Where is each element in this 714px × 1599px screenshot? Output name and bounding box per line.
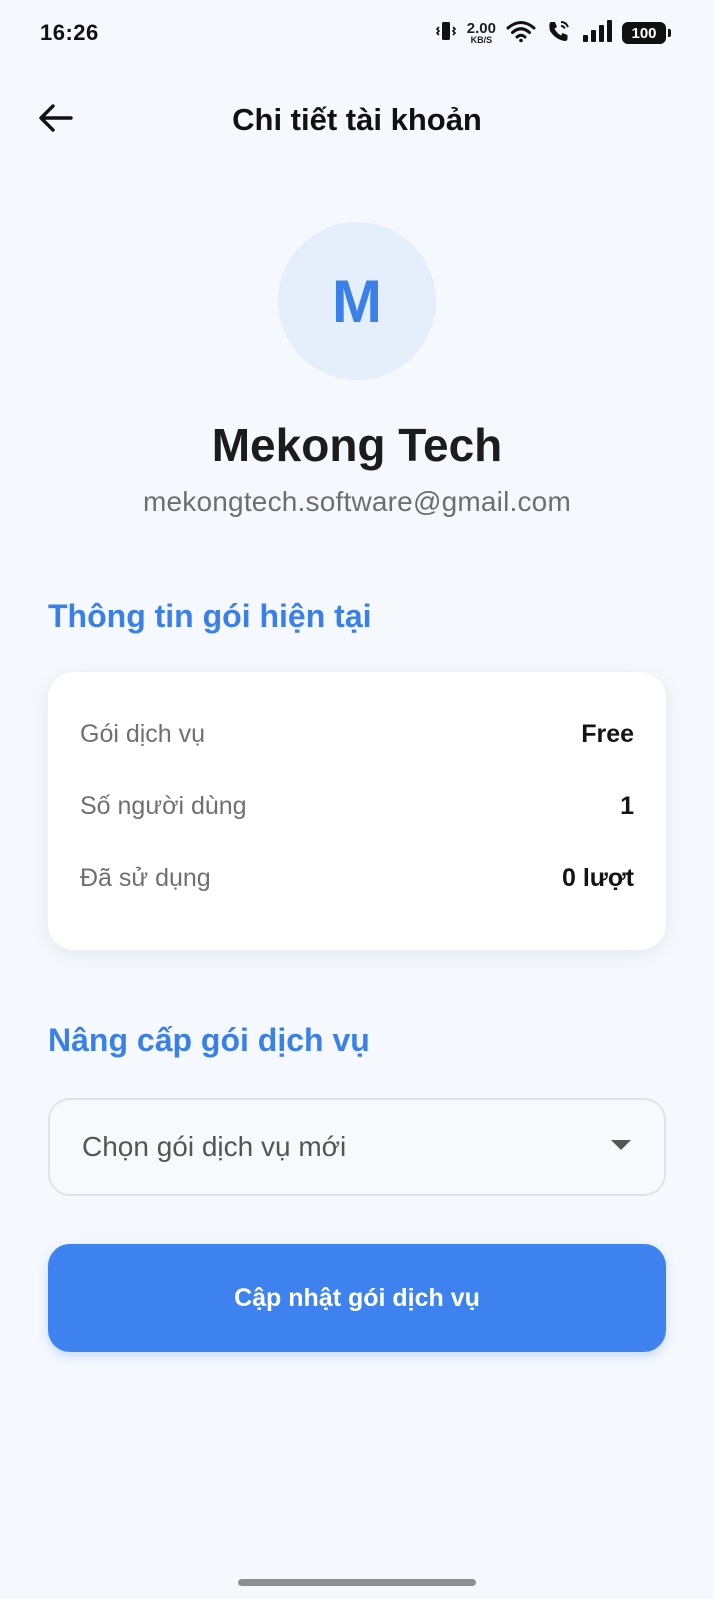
battery-indicator: 100 — [622, 22, 671, 44]
plan-value: Free — [581, 719, 634, 748]
plan-select-placeholder: Chọn gói dịch vụ mới — [82, 1131, 347, 1162]
cell-signal-icon — [582, 19, 612, 47]
update-plan-button[interactable]: Cập nhật gói dịch vụ — [48, 1244, 666, 1352]
vibrate-icon — [435, 19, 457, 48]
plan-label: Gói dịch vụ — [80, 719, 206, 748]
avatar: M — [278, 222, 436, 380]
back-button[interactable] — [28, 96, 84, 144]
caret-down-icon — [610, 1138, 632, 1157]
wifi-call-icon — [546, 18, 572, 49]
status-time: 16:26 — [40, 20, 99, 45]
avatar-initial: M — [332, 267, 382, 335]
users-label: Số người dùng — [80, 791, 247, 820]
status-bar: 16:26 2.00 KB/S 100 — [0, 0, 714, 66]
network-speed-value: 2.00 — [466, 20, 496, 37]
wifi-icon — [506, 19, 536, 48]
status-icons: 2.00 KB/S 100 — [435, 18, 671, 49]
usage-label: Đã sử dụng — [80, 863, 211, 892]
users-value: 1 — [620, 791, 634, 820]
page-title: Chi tiết tài khoản — [232, 102, 482, 137]
home-indicator[interactable] — [238, 1579, 476, 1586]
users-row: Số người dùng 1 — [80, 770, 634, 842]
current-plan-card: Gói dịch vụ Free Số người dùng 1 Đã sử d… — [48, 672, 666, 950]
app-bar: Chi tiết tài khoản — [0, 84, 714, 156]
plan-select-dropdown[interactable]: Chọn gói dịch vụ mới — [48, 1098, 666, 1196]
update-plan-label: Cập nhật gói dịch vụ — [234, 1283, 480, 1312]
network-speed: 2.00 KB/S — [467, 21, 496, 45]
usage-value: 0 lượt — [562, 863, 634, 892]
current-plan-title: Thông tin gói hiện tại — [48, 598, 372, 634]
arrow-left-icon — [38, 103, 74, 138]
plan-row: Gói dịch vụ Free — [80, 698, 634, 770]
account-detail-screen: 16:26 2.00 KB/S 100 Chi tiết tài khoản M… — [0, 0, 714, 1599]
profile-email: mekongtech.software@gmail.com — [143, 486, 571, 517]
usage-row: Đã sử dụng 0 lượt — [80, 842, 634, 914]
network-speed-unit: KB/S — [470, 35, 493, 45]
upgrade-title: Nâng cấp gói dịch vụ — [48, 1022, 370, 1058]
profile-name: Mekong Tech — [211, 419, 503, 471]
